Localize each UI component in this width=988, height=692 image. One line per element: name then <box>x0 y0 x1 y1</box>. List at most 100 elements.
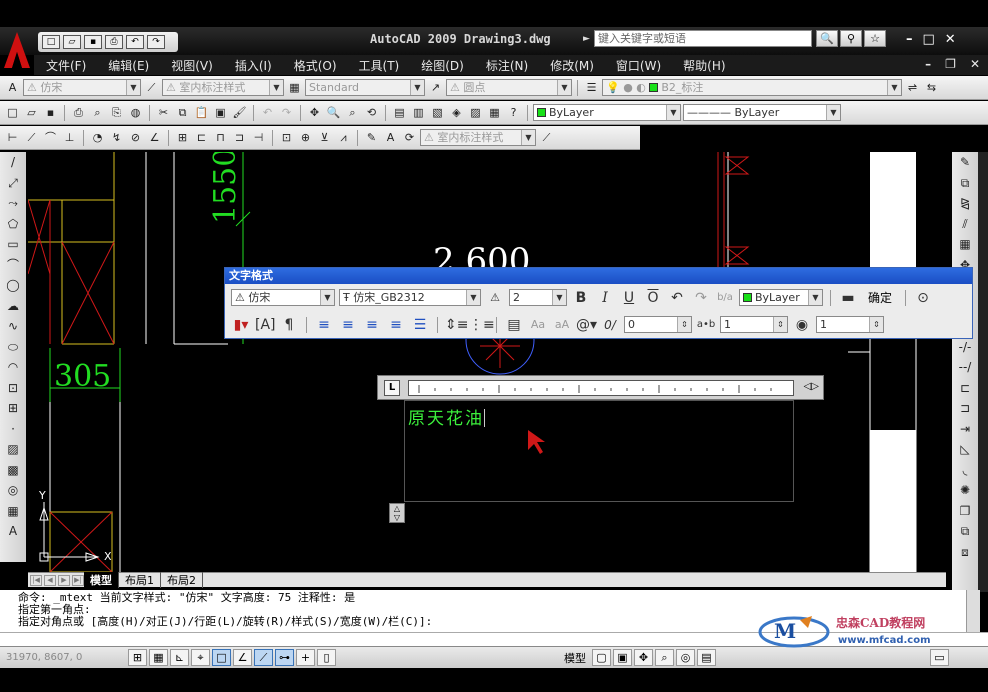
color-combo[interactable]: ByLayer ▼ <box>533 104 681 121</box>
coordinates-readout[interactable]: 31970, 8607, 0 <box>0 652 126 663</box>
oblique-angle-icon[interactable]: 0/ <box>600 316 620 334</box>
dim-radius-icon[interactable]: ◔ <box>89 130 106 146</box>
new-icon[interactable]: □ <box>42 35 60 49</box>
snap-mode-icon[interactable]: ⊞ <box>128 649 147 666</box>
copy-object-icon[interactable]: ⧉ <box>955 175 975 193</box>
bold-button[interactable]: B <box>571 289 591 307</box>
distribute-icon[interactable]: ☰ <box>410 316 430 334</box>
close-icon[interactable]: ✕ <box>945 32 956 47</box>
line-spacing-icon[interactable]: ⇕≡ <box>445 316 468 334</box>
dim-ordinate-icon[interactable]: ⊥ <box>61 130 78 146</box>
markup-icon[interactable]: ▨ <box>467 105 484 121</box>
break-point-icon[interactable]: ⊏ <box>955 380 975 398</box>
gradient-icon[interactable]: ▩ <box>3 462 23 480</box>
vertical-scrollbar[interactable] <box>978 152 988 592</box>
tolerance-icon[interactable]: ⊡ <box>278 130 295 146</box>
dim-aligned-icon[interactable]: ⟋ <box>23 130 40 146</box>
paragraph-icon[interactable]: ¶ <box>279 316 299 334</box>
dim-style-icon[interactable]: ⟋ <box>143 80 160 96</box>
menu-modify[interactable]: 修改(M) <box>550 57 594 74</box>
region-icon[interactable]: ◎ <box>3 482 23 500</box>
mtext-height-combo[interactable]: 2 ▼ <box>509 289 567 306</box>
search-input[interactable]: 键入关键字或短语 <box>594 30 812 47</box>
open-file-icon[interactable]: ▱ <box>23 105 40 121</box>
align-right-icon[interactable]: ≡ <box>362 316 382 334</box>
grid-display-icon[interactable]: ▦ <box>149 649 168 666</box>
lowercase-icon[interactable]: aA <box>552 316 572 334</box>
italic-button[interactable]: I <box>595 289 615 307</box>
justify-icon[interactable]: ≡ <box>386 316 406 334</box>
line-icon[interactable]: / <box>3 154 23 172</box>
menu-edit[interactable]: 编辑(E) <box>108 57 149 74</box>
dynamic-input-icon[interactable]: ⊶ <box>275 649 294 666</box>
save-file-icon[interactable]: ▪ <box>42 105 59 121</box>
redo-text-icon[interactable]: ↷ <box>691 289 711 307</box>
table-style-icon[interactable]: ▦ <box>286 80 303 96</box>
paste-icon[interactable]: 📋 <box>193 105 210 121</box>
text-style-combo[interactable]: ⚠ 仿宋 ▼ <box>23 79 141 96</box>
send-back-icon[interactable]: ⧈ <box>955 544 975 562</box>
minimize-icon[interactable]: – <box>906 32 913 47</box>
first-tab-icon[interactable]: |◀ <box>30 574 42 586</box>
design-center-icon[interactable]: ▥ <box>410 105 427 121</box>
polar-tracking-icon[interactable]: ⌖ <box>191 649 210 666</box>
dim-toolbar-style-combo[interactable]: ⚠ 室内标注样式 ▼ <box>420 129 536 146</box>
pan-status-icon[interactable]: ✥ <box>634 649 653 666</box>
multileader-style-combo[interactable]: ⚠ 圆点 ▼ <box>446 79 572 96</box>
mtext-icon[interactable]: A <box>3 523 23 541</box>
maximize-icon[interactable]: □ <box>923 32 935 47</box>
width-factor-icon[interactable]: ◉ <box>792 316 812 334</box>
tool-palettes-icon[interactable]: ▧ <box>429 105 446 121</box>
object-snap-icon[interactable]: □ <box>212 649 231 666</box>
dim-baseline-icon[interactable]: ⊏ <box>193 130 210 146</box>
help-icon[interactable]: ? <box>505 105 522 121</box>
break-icon[interactable]: ⊐ <box>955 400 975 418</box>
draworder-icon[interactable]: ❐ <box>955 503 975 521</box>
polygon-icon[interactable]: ⬠ <box>3 216 23 234</box>
calculator-icon[interactable]: ▦ <box>486 105 503 121</box>
make-current-layer-icon[interactable]: ⇌ <box>904 80 921 96</box>
symbol-icon[interactable]: @▾ <box>576 316 597 334</box>
multileader-style-icon[interactable]: ↗ <box>427 80 444 96</box>
tab-type-icon[interactable]: L <box>384 380 400 396</box>
spline-icon[interactable]: ∿ <box>3 318 23 336</box>
chamfer-icon[interactable]: ◺ <box>955 441 975 459</box>
autocad-logo-icon[interactable] <box>2 28 32 72</box>
tab-model[interactable]: 模型 <box>84 572 119 588</box>
uppercase-icon[interactable]: Aa <box>528 316 548 334</box>
text-style-icon[interactable]: A <box>4 80 21 96</box>
tab-layout2[interactable]: 布局2 <box>161 572 203 588</box>
dim-angular-icon[interactable]: ∠ <box>146 130 163 146</box>
center-mark-icon[interactable]: ⊕ <box>297 130 314 146</box>
prev-tab-icon[interactable]: ◀ <box>44 574 56 586</box>
tracking-icon[interactable]: a•b <box>696 316 716 334</box>
lineweight-icon[interactable]: + <box>296 649 315 666</box>
table-icon[interactable]: ▦ <box>3 503 23 521</box>
redo-tool-icon[interactable]: ↷ <box>278 105 295 121</box>
last-tab-icon[interactable]: ▶| <box>72 574 84 586</box>
mtext-style-combo[interactable]: ⚠ 仿宋 ▼ <box>231 289 335 306</box>
trim-icon[interactable]: -/- <box>955 339 975 357</box>
plot-preview-icon[interactable]: ⌕ <box>89 105 106 121</box>
overline-button[interactable]: O <box>643 289 663 307</box>
zoom-previous-icon[interactable]: ⟲ <box>363 105 380 121</box>
erase-icon[interactable]: ✎ <box>955 154 975 172</box>
ellipse-arc-icon[interactable]: ◠ <box>3 359 23 377</box>
hatch-icon[interactable]: ▨ <box>3 441 23 459</box>
dim-break-icon[interactable]: ⊣ <box>250 130 267 146</box>
undo-tool-icon[interactable]: ↶ <box>259 105 276 121</box>
dim-style-combo[interactable]: ⚠ 室内标注样式 ▼ <box>162 79 284 96</box>
revcloud-icon[interactable]: ☁ <box>3 298 23 316</box>
explode-icon[interactable]: ✺ <box>955 482 975 500</box>
width-factor-input[interactable]: 1 ⇕ <box>816 316 884 333</box>
object-snap-tracking-icon[interactable]: ∠ <box>233 649 252 666</box>
ruler-width-handle-icon[interactable]: ◁▷ <box>804 381 819 392</box>
dynamic-ucs-icon[interactable]: ⟋ <box>254 649 273 666</box>
menu-help[interactable]: 帮助(H) <box>683 57 725 74</box>
ortho-mode-icon[interactable]: ⊾ <box>170 649 189 666</box>
quick-dim-icon[interactable]: ⊞ <box>174 130 191 146</box>
doc-close-icon[interactable]: ✕ <box>970 57 980 71</box>
menu-window[interactable]: 窗口(W) <box>616 57 661 74</box>
drawing-canvas[interactable]: 1550 305 2 600 Y X <box>28 152 946 572</box>
layer-properties-icon[interactable]: ☰ <box>583 80 600 96</box>
